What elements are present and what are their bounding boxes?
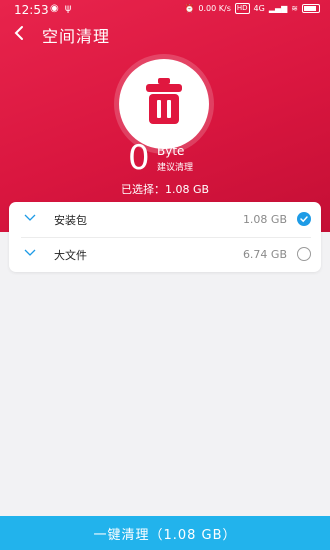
- notification-icons: ◉ψ: [50, 3, 77, 14]
- hd-badge: HD: [234, 3, 250, 14]
- status-time: 12:53: [14, 3, 49, 17]
- chevron-down-icon[interactable]: [24, 248, 36, 258]
- selected-total: 已选择：1.08 GB: [120, 183, 210, 196]
- status-indicators: ⏰ 0.00 K/s HD 4G ▂▄▆ ≋: [184, 3, 320, 14]
- list-item-label: 大文件: [54, 249, 87, 262]
- list-item-label: 安装包: [54, 214, 87, 227]
- trash-icon: [146, 78, 182, 124]
- suggested-size-caption: 建议清理: [157, 163, 194, 173]
- status-bar: 12:53 ◉ψ ⏰ 0.00 K/s HD 4G ▂▄▆ ≋: [0, 0, 330, 20]
- back-arrow-icon[interactable]: [12, 24, 26, 42]
- list-item-large-files[interactable]: 大文件 6.74 GB: [9, 237, 321, 272]
- chevron-down-icon[interactable]: [24, 213, 36, 223]
- item-list: 安装包 1.08 GB 大文件 6.74 GB: [9, 202, 321, 272]
- list-item-apk[interactable]: 安装包 1.08 GB: [9, 202, 321, 237]
- clean-all-button[interactable]: 一键清理（1.08 GB）: [0, 516, 330, 550]
- battery-icon: [302, 4, 320, 13]
- checkbox-checked[interactable]: [297, 212, 311, 226]
- suggested-size-value: 0: [128, 138, 150, 178]
- check-icon: [300, 216, 308, 223]
- suggested-size-unit: Byte: [157, 144, 185, 158]
- wifi-icon: ≋: [291, 4, 298, 13]
- usb-icon: ψ: [64, 3, 78, 14]
- weibo-icon: ◉: [50, 3, 65, 14]
- list-item-size: 6.74 GB: [242, 248, 287, 261]
- trash-badge[interactable]: [119, 59, 209, 149]
- signal-label: 4G: [253, 4, 265, 13]
- page-title: 空间清理: [42, 27, 111, 46]
- signal-icon: ▂▄▆: [268, 4, 288, 13]
- network-speed: 0.00 K/s: [198, 4, 231, 13]
- list-item-size: 1.08 GB: [242, 213, 287, 226]
- title-bar: 空间清理: [0, 20, 330, 46]
- alarm-icon: ⏰: [184, 4, 195, 13]
- checkbox-unchecked[interactable]: [297, 247, 311, 261]
